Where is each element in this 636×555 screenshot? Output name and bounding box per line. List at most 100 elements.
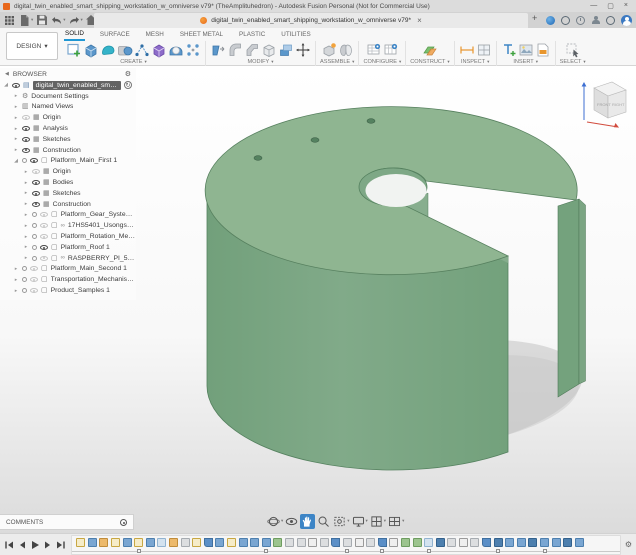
visibility-eye-icon[interactable] bbox=[40, 256, 48, 261]
feature-icon-gn[interactable] bbox=[401, 538, 410, 547]
expand-icon[interactable]: ▸ bbox=[23, 180, 29, 186]
configure-group-label[interactable]: CONFIGURE▾ bbox=[363, 58, 401, 66]
timeline-marker[interactable] bbox=[345, 549, 349, 553]
browser-settings-gear-icon[interactable]: ⚙ bbox=[125, 70, 131, 78]
insert-group-label[interactable]: INSERT▾ bbox=[513, 58, 538, 66]
job-status-icon[interactable] bbox=[576, 16, 585, 25]
visibility-eye-icon[interactable] bbox=[32, 191, 40, 196]
activate-component-radio[interactable] bbox=[22, 277, 27, 282]
save-icon[interactable] bbox=[35, 14, 48, 27]
browser-header[interactable]: ◀ BROWSER ⚙ bbox=[0, 68, 136, 80]
feature-icon-gn[interactable] bbox=[273, 538, 282, 547]
create-group-label[interactable]: CREATE▾ bbox=[120, 58, 147, 66]
feature-icon-sk[interactable] bbox=[192, 538, 201, 547]
insert-dxf-icon[interactable] bbox=[535, 42, 551, 58]
activate-component-radio[interactable] bbox=[22, 266, 27, 271]
browser-item[interactable]: ▸⚙Document Settings bbox=[0, 91, 136, 102]
select-tool-icon[interactable] bbox=[565, 42, 581, 58]
feature-icon-mv[interactable] bbox=[389, 538, 398, 547]
timeline-marker[interactable] bbox=[380, 549, 384, 553]
tab-plastic[interactable]: PLASTIC bbox=[238, 29, 266, 40]
construct-group-label[interactable]: CONSTRUCT▾ bbox=[410, 58, 449, 66]
extrude-icon[interactable] bbox=[83, 42, 99, 58]
viewports-dropdown-caret[interactable]: ▾ bbox=[402, 518, 404, 524]
visibility-eye-icon[interactable] bbox=[40, 223, 48, 228]
assemble-group-label[interactable]: ASSEMBLE▾ bbox=[320, 58, 354, 66]
extensions-icon[interactable] bbox=[546, 16, 555, 25]
feature-icon-ex[interactable] bbox=[239, 538, 248, 547]
visibility-eye-icon[interactable] bbox=[22, 126, 30, 131]
feature-icon-pl[interactable] bbox=[424, 538, 433, 547]
model-inner-wall[interactable] bbox=[558, 199, 579, 397]
collapse-icon[interactable]: ◢ bbox=[3, 82, 9, 88]
feature-icon-or[interactable] bbox=[99, 538, 108, 547]
minimize-button[interactable]: — bbox=[590, 2, 597, 10]
browser-item[interactable]: ▸▢Transportation_Mechanism 1 bbox=[0, 274, 136, 285]
feature-icon-sk[interactable] bbox=[111, 538, 120, 547]
visibility-eye-icon[interactable] bbox=[40, 245, 48, 250]
undo-icon[interactable] bbox=[50, 14, 63, 27]
collapse-icon[interactable]: ◢ bbox=[13, 158, 19, 164]
visibility-eye-icon[interactable] bbox=[30, 266, 38, 271]
playback-to-end-icon[interactable] bbox=[56, 540, 66, 550]
feature-icon-fl[interactable] bbox=[331, 538, 340, 547]
close-window-button[interactable]: × bbox=[624, 2, 628, 10]
expand-icon[interactable]: ▸ bbox=[13, 115, 19, 121]
viewports-tool-icon[interactable] bbox=[387, 514, 402, 529]
feature-icon-ex[interactable] bbox=[215, 538, 224, 547]
browser-item[interactable]: ▸▥Named Views bbox=[0, 102, 136, 113]
browser-item[interactable]: ▸▦Construction bbox=[0, 145, 136, 156]
look-at-tool-icon[interactable] bbox=[284, 514, 299, 529]
zoom-tool-icon[interactable] bbox=[316, 514, 331, 529]
browser-item[interactable]: ▸▦Origin bbox=[0, 112, 136, 123]
browser-item[interactable]: ▸▢Platform_Gear_System 1 bbox=[0, 210, 136, 221]
user-avatar[interactable] bbox=[621, 15, 632, 26]
notifications-icon[interactable] bbox=[561, 16, 570, 25]
configuration-table-icon[interactable] bbox=[366, 42, 382, 58]
browser-item[interactable]: ▸▢∞RASPBERRY_PI_5 v1 1 bbox=[0, 253, 136, 264]
expand-icon[interactable]: ▸ bbox=[23, 190, 29, 196]
fit-tool-icon[interactable] bbox=[332, 514, 347, 529]
browser-item[interactable]: ▸▦Sketches bbox=[0, 188, 136, 199]
tab-utilities[interactable]: UTILITIES bbox=[280, 29, 311, 40]
grid-dropdown-caret[interactable]: ▾ bbox=[384, 518, 386, 524]
viewport-canvas[interactable]: ◀ BROWSER ⚙ ◢▤digital_twin_enabled_smart… bbox=[0, 66, 636, 555]
pan-tool-icon[interactable] bbox=[300, 514, 315, 529]
visibility-eye-icon[interactable] bbox=[30, 288, 38, 293]
feature-icon-bl[interactable] bbox=[528, 538, 537, 547]
orbit-tool-icon[interactable] bbox=[266, 514, 281, 529]
activate-component-radio[interactable] bbox=[32, 212, 37, 217]
insert-canvas-icon[interactable] bbox=[518, 42, 534, 58]
activate-component-radio[interactable] bbox=[32, 256, 37, 261]
collaborate-icon[interactable] bbox=[591, 16, 600, 25]
feature-icon-ex[interactable] bbox=[552, 538, 561, 547]
app-grid-icon[interactable] bbox=[3, 14, 16, 27]
activate-component-radio[interactable] bbox=[32, 234, 37, 239]
timeline-marker[interactable] bbox=[543, 549, 547, 553]
workspace-selector[interactable]: DESIGN▾ bbox=[6, 32, 58, 60]
browser-item[interactable]: ▸▢∞17HS5401_Usongshine s... bbox=[0, 220, 136, 231]
visibility-eye-icon[interactable] bbox=[22, 137, 30, 142]
feature-icon-fl[interactable] bbox=[204, 538, 213, 547]
maximize-button[interactable]: ▢ bbox=[607, 2, 614, 10]
comments-expand-icon[interactable] bbox=[120, 519, 127, 526]
file-menu-icon[interactable] bbox=[18, 14, 31, 27]
expand-icon[interactable]: ▸ bbox=[23, 201, 29, 207]
feature-icon-ex[interactable] bbox=[123, 538, 132, 547]
tab-sheet-metal[interactable]: SHEET METAL bbox=[179, 29, 224, 40]
file-menu-caret[interactable]: ▾ bbox=[31, 17, 33, 23]
hole-icon[interactable] bbox=[168, 42, 184, 58]
playback-play-icon[interactable] bbox=[30, 540, 40, 550]
feature-icon-gr[interactable] bbox=[285, 538, 294, 547]
expand-icon[interactable]: ▸ bbox=[13, 147, 19, 153]
feature-icon-ex[interactable] bbox=[540, 538, 549, 547]
orbit-dropdown-caret[interactable]: ▾ bbox=[281, 518, 283, 524]
joint-icon[interactable] bbox=[338, 42, 354, 58]
feature-icon-gr[interactable] bbox=[181, 538, 190, 547]
help-icon[interactable] bbox=[606, 16, 615, 25]
feature-icon-bl[interactable] bbox=[563, 538, 572, 547]
timeline-marker[interactable] bbox=[427, 549, 431, 553]
expand-icon[interactable]: ▸ bbox=[23, 244, 29, 250]
feature-icon-gn[interactable] bbox=[413, 538, 422, 547]
browser-item[interactable]: ▸▦Origin bbox=[0, 166, 136, 177]
